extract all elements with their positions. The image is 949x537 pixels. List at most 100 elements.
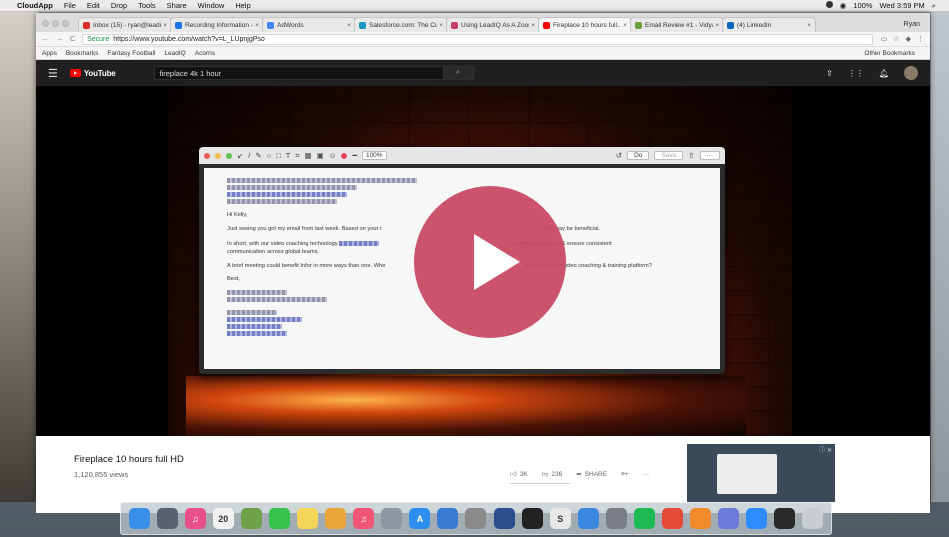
photos-icon[interactable]	[325, 508, 347, 529]
battery-percent[interactable]: 100%	[853, 1, 872, 10]
tab-close-icon[interactable]: ×	[255, 22, 259, 29]
zoom-window-button[interactable]	[62, 20, 69, 27]
browser-tab[interactable]: AdWords ×	[262, 17, 356, 32]
terminal-icon[interactable]	[521, 508, 543, 529]
save-button[interactable]: Save	[654, 151, 684, 160]
emoji-tool-icon[interactable]: ☺	[329, 151, 337, 160]
browser-tab[interactable]: Using LeadIQ As A Zoomin...×	[446, 17, 540, 32]
tab-close-icon[interactable]: ×	[623, 22, 627, 29]
undo-icon[interactable]: ↺	[616, 151, 622, 160]
chrome-icon[interactable]	[662, 508, 684, 529]
messages-icon[interactable]	[268, 508, 290, 529]
done-button[interactable]: Do	[627, 151, 650, 160]
launchpad-icon[interactable]	[156, 508, 178, 529]
slack-icon[interactable]: S	[549, 508, 571, 529]
avatar[interactable]	[904, 66, 918, 80]
qt-icon[interactable]	[493, 508, 515, 529]
spotify-icon[interactable]	[633, 508, 655, 529]
menu-window[interactable]: Window	[198, 1, 225, 10]
wifi-icon[interactable]: ◉	[840, 1, 847, 10]
text-tool-icon[interactable]: T	[286, 151, 291, 160]
rectangle-tool-icon[interactable]: □	[276, 151, 281, 160]
crop-tool-icon[interactable]: ⌗	[295, 151, 299, 161]
menu-share[interactable]: Share	[167, 1, 187, 10]
forward-icon[interactable]: →	[56, 36, 63, 43]
clock[interactable]: Wed 3:59 PM	[879, 1, 924, 10]
trash-icon[interactable]	[802, 508, 824, 529]
share-icon[interactable]: ⇧	[688, 151, 694, 160]
search-button[interactable]: ⌕	[443, 66, 474, 80]
ellipse-tool-icon[interactable]: ○	[267, 151, 272, 160]
zoom-icon[interactable]	[746, 508, 768, 529]
hamburger-menu-icon[interactable]: ☰	[48, 67, 58, 80]
music-icon[interactable]: ♫	[353, 508, 375, 529]
browser-tab[interactable]: Salesforce.com: The Cust...×	[354, 17, 448, 32]
discord-icon[interactable]	[718, 508, 740, 529]
line-tool-icon[interactable]: /	[248, 151, 250, 160]
profile-name[interactable]: Ryan	[894, 21, 930, 32]
tab-close-icon[interactable]: ×	[439, 22, 443, 29]
ad-thumbnail[interactable]: ⓘ ✕	[687, 444, 835, 502]
video-player[interactable]: ↙ / ✎ ○ □ T ⌗ ▦ ▣ ☺ ━ 100% ↺ Do Save ⇧ ·…	[36, 86, 930, 436]
browser-tab[interactable]: (4) LinkedIn ×	[722, 17, 816, 32]
extension-icon[interactable]: ◆	[906, 35, 911, 43]
ad-close-icon[interactable]: ⓘ ✕	[819, 445, 832, 454]
hubspot-icon[interactable]	[690, 508, 712, 529]
notes-icon[interactable]	[297, 508, 318, 529]
menu-tools[interactable]: Tools	[138, 1, 156, 10]
preferences-icon[interactable]	[605, 508, 627, 529]
arrow-tool-icon[interactable]: ↙	[237, 151, 243, 160]
calendar-icon[interactable]: 20	[212, 508, 234, 529]
browser-tab[interactable]: Recording Information - 2...×	[170, 17, 264, 32]
bookmark-fantasy-football[interactable]: Fantasy Football	[107, 50, 155, 57]
bookmark-leadiq[interactable]: LeadIQ	[164, 50, 185, 57]
menu-edit[interactable]: Edit	[87, 1, 100, 10]
itunes-icon[interactable]: ♫	[184, 508, 206, 529]
share-button[interactable]: ➦ SHARE	[576, 470, 607, 479]
menu-dots-icon[interactable]: ⋮	[917, 35, 924, 43]
browser-tab[interactable]: Email Review #1 - Vidyard...×	[630, 17, 724, 32]
bookmark-apps[interactable]: Apps	[42, 50, 57, 57]
cast-icon[interactable]: ▭	[881, 35, 888, 43]
rocket-icon[interactable]	[381, 508, 403, 529]
like-button[interactable]: 👍︎ 3K	[510, 470, 528, 479]
keynote-icon[interactable]	[437, 508, 459, 529]
color-picker-icon[interactable]	[341, 152, 348, 159]
browser-tab-active[interactable]: Fireplace 10 hours full... ×	[538, 17, 632, 32]
browser-tab[interactable]: Inbox (15) - ryan@leadiq...×	[78, 17, 172, 32]
play-button[interactable]	[414, 186, 566, 338]
pen-tool-icon[interactable]: ✎	[255, 151, 261, 160]
archive-icon[interactable]	[465, 508, 487, 529]
zoom-select[interactable]: 100%	[361, 151, 387, 160]
menu-help[interactable]: Help	[235, 1, 250, 10]
more-options-icon[interactable]: ···	[699, 151, 720, 160]
add-to-playlist-icon[interactable]: ≡+	[621, 470, 629, 478]
status-icon[interactable]	[825, 1, 833, 10]
cloudapp-icon[interactable]	[774, 508, 796, 529]
menu-drop[interactable]: Drop	[111, 1, 127, 10]
tab-close-icon[interactable]: ×	[347, 22, 351, 29]
menubar-app-name[interactable]: CloudApp	[17, 1, 53, 10]
tab-close-icon[interactable]: ×	[531, 22, 535, 29]
search-icon[interactable]: ⌕	[932, 1, 936, 11]
minimize-window-button[interactable]	[52, 20, 59, 27]
other-bookmarks[interactable]: Other Bookmarks	[864, 50, 915, 57]
finder-icon[interactable]	[128, 508, 150, 529]
menu-file[interactable]: File	[64, 1, 76, 10]
tab-close-icon[interactable]: ×	[163, 22, 167, 29]
blur-tool-icon[interactable]: ▦	[305, 151, 312, 160]
tools-icon[interactable]	[240, 508, 262, 529]
youtube-logo[interactable]: YouTube	[69, 69, 116, 78]
notifications-bell-icon[interactable]: 🔔︎	[879, 69, 889, 78]
webex-icon[interactable]	[577, 508, 599, 529]
search-input[interactable]: fireplace 4k 1 hour	[153, 66, 444, 80]
upload-icon[interactable]: ⇪	[826, 69, 833, 78]
close-window-button[interactable]	[42, 20, 49, 27]
more-actions-icon[interactable]: ···	[643, 470, 650, 478]
reload-icon[interactable]: C	[70, 36, 75, 43]
tab-close-icon[interactable]: ×	[715, 22, 719, 29]
star-icon[interactable]: ☆	[893, 35, 899, 43]
url-field[interactable]: Secure https://www.youtube.com/watch?v=L…	[82, 33, 873, 45]
appstore-icon[interactable]: A	[409, 508, 431, 529]
tab-close-icon[interactable]: ×	[807, 22, 811, 29]
